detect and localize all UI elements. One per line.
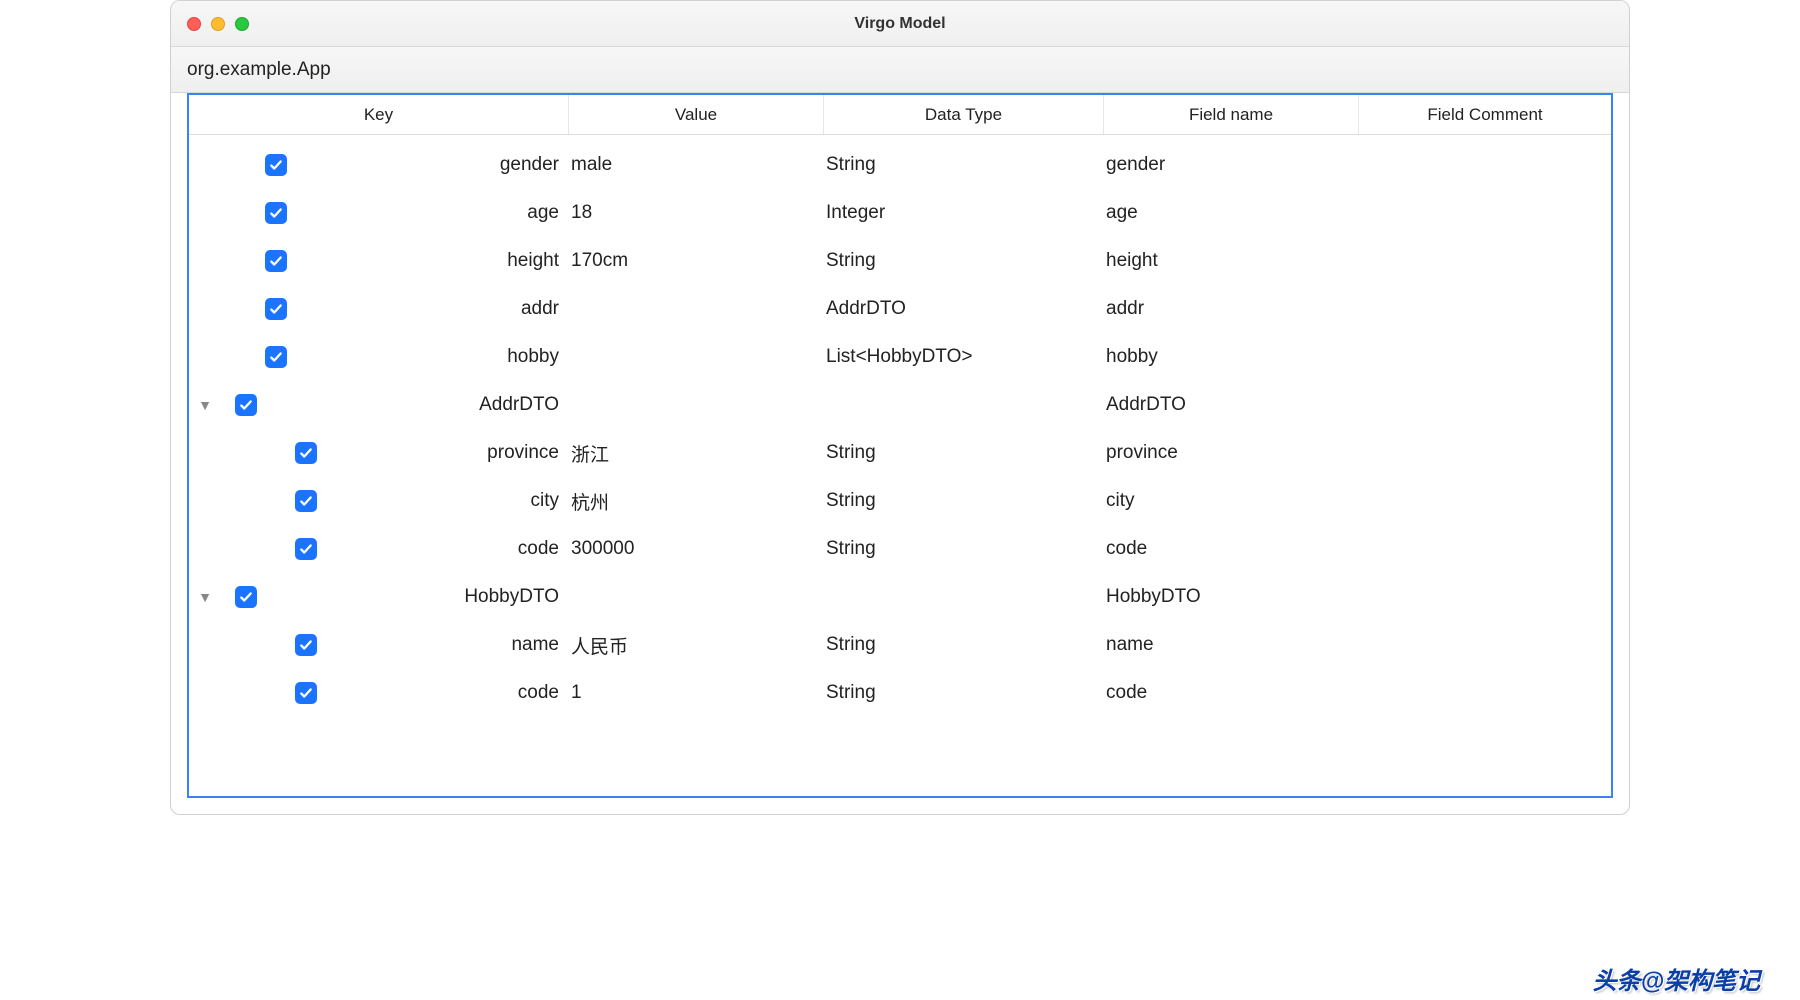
key-label: HobbyDTO [257,586,569,608]
cell-field: city [1104,490,1359,512]
table-row[interactable]: code1Stringcode [189,669,1611,717]
cell-field: hobby [1104,346,1359,368]
checkbox[interactable] [295,490,317,512]
checkbox[interactable] [235,586,257,608]
checkbox[interactable] [295,682,317,704]
titlebar: Virgo Model [171,1,1629,47]
table-row[interactable]: name人民币Stringname [189,621,1611,669]
table-row[interactable]: age18Integerage [189,189,1611,237]
cell-type: String [824,634,1104,656]
table-row[interactable]: code300000Stringcode [189,525,1611,573]
key-label: province [317,442,569,464]
cell-type: Integer [824,202,1104,224]
content-area: Key Value Data Type Field name Field Com… [171,93,1629,814]
cell-field: age [1104,202,1359,224]
table-header: Key Value Data Type Field name Field Com… [189,95,1611,135]
model-table: Key Value Data Type Field name Field Com… [187,93,1613,798]
cell-field: name [1104,634,1359,656]
column-header-comment[interactable]: Field Comment [1359,95,1611,134]
cell-field: code [1104,538,1359,560]
cell-key: ▼ AddrDTO [189,394,569,416]
cell-key: code [189,538,569,560]
table-row[interactable]: addrAddrDTOaddr [189,285,1611,333]
cell-key: province [189,442,569,464]
cell-type: AddrDTO [824,298,1104,320]
key-label: hobby [287,346,569,368]
cell-field: HobbyDTO [1104,586,1359,608]
cell-value[interactable]: 杭州 [569,488,824,515]
key-label: code [317,682,569,704]
cell-key: hobby [189,346,569,368]
disclosure-triangle-icon[interactable]: ▼ [193,589,217,605]
cell-type: String [824,154,1104,176]
cell-value[interactable]: 1 [569,682,824,704]
cell-key: name [189,634,569,656]
cell-key: city [189,490,569,512]
cell-field: gender [1104,154,1359,176]
cell-key: age [189,202,569,224]
breadcrumb: org.example.App [171,47,1629,93]
cell-type: String [824,490,1104,512]
column-header-field[interactable]: Field name [1104,95,1359,134]
cell-type: List<HobbyDTO> [824,346,1104,368]
checkbox[interactable] [265,346,287,368]
column-header-key[interactable]: Key [189,95,569,134]
cell-key: height [189,250,569,272]
cell-value[interactable]: 人民币 [569,632,824,659]
table-row[interactable]: hobbyList<HobbyDTO>hobby [189,333,1611,381]
checkbox[interactable] [295,634,317,656]
watermark: 头条@架构笔记 [1593,961,1760,996]
key-label: height [287,250,569,272]
cell-value[interactable]: male [569,154,824,176]
cell-value[interactable]: 300000 [569,538,824,560]
key-label: addr [287,298,569,320]
key-label: code [317,538,569,560]
window-title: Virgo Model [171,15,1629,33]
cell-field: code [1104,682,1359,704]
checkbox[interactable] [295,538,317,560]
key-label: city [317,490,569,512]
table-row[interactable]: ▼ AddrDTO AddrDTO [189,381,1611,429]
checkbox[interactable] [295,442,317,464]
breadcrumb-path: org.example.App [187,59,331,81]
cell-key: ▼ HobbyDTO [189,586,569,608]
app-window: Virgo Model org.example.App Key Value Da… [170,0,1630,815]
key-label: age [287,202,569,224]
cell-field: province [1104,442,1359,464]
cell-value[interactable]: 170cm [569,250,824,272]
checkbox[interactable] [265,250,287,272]
checkbox[interactable] [235,394,257,416]
table-row[interactable]: height170cmStringheight [189,237,1611,285]
cell-field: addr [1104,298,1359,320]
table-row[interactable]: gendermaleStringgender [189,141,1611,189]
cell-key: gender [189,154,569,176]
cell-field: height [1104,250,1359,272]
table-row[interactable]: province浙江Stringprovince [189,429,1611,477]
disclosure-triangle-icon[interactable]: ▼ [193,397,217,413]
cell-key: code [189,682,569,704]
column-header-type[interactable]: Data Type [824,95,1104,134]
table-row[interactable]: ▼ HobbyDTO HobbyDTO [189,573,1611,621]
cell-value[interactable]: 浙江 [569,440,824,467]
cell-type: String [824,538,1104,560]
key-label: AddrDTO [257,394,569,416]
table-body[interactable]: gendermaleStringgenderage18Integeragehei… [189,135,1611,796]
checkbox[interactable] [265,298,287,320]
cell-type: String [824,442,1104,464]
checkbox[interactable] [265,154,287,176]
cell-type: String [824,250,1104,272]
key-label: gender [287,154,569,176]
cell-value[interactable]: 18 [569,202,824,224]
checkbox[interactable] [265,202,287,224]
cell-type: String [824,682,1104,704]
cell-key: addr [189,298,569,320]
key-label: name [317,634,569,656]
column-header-value[interactable]: Value [569,95,824,134]
cell-field: AddrDTO [1104,394,1359,416]
table-row[interactable]: city杭州Stringcity [189,477,1611,525]
